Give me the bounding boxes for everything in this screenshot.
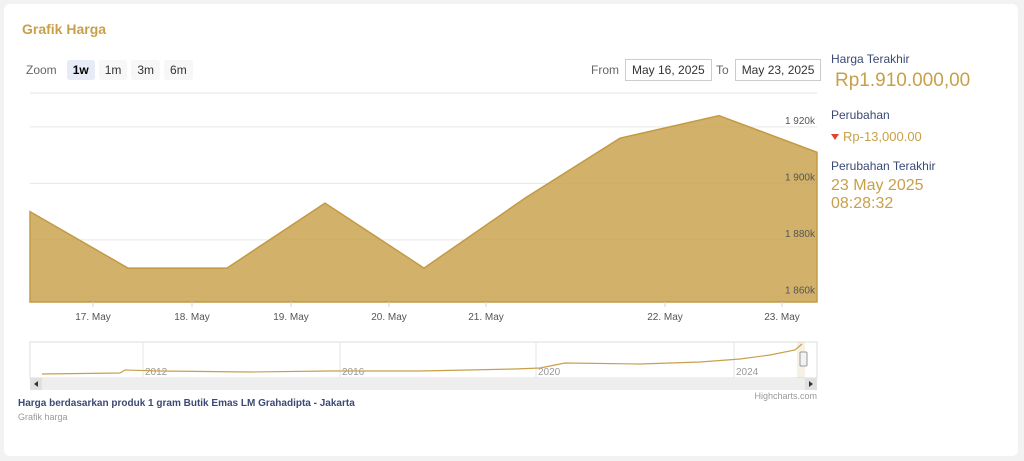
- last-change-label: Perubahan Terakhir: [831, 159, 936, 173]
- range-from-input[interactable]: May 16, 2025: [625, 59, 712, 81]
- change-label: Perubahan: [831, 108, 890, 122]
- zoom-3m-button[interactable]: 3m: [131, 60, 161, 80]
- range-to-label: To: [716, 63, 729, 77]
- range-from: From May 16, 2025: [591, 59, 712, 81]
- caption-sub: Grafik harga: [18, 412, 68, 422]
- range-to: To May 23, 2025: [716, 59, 822, 81]
- change-value: Rp-13,000.00: [843, 129, 922, 144]
- last-change-date: 23 May 2025: [831, 177, 924, 194]
- price-summary: Harga Terakhir Rp1.910.000,00 Perubahan …: [831, 52, 1011, 213]
- range-from-label: From: [591, 63, 619, 77]
- zoom-controls: Zoom 1w 1m 3m 6m: [26, 60, 193, 80]
- change-row: Rp-13,000.00: [831, 129, 1011, 144]
- chart-caption: Harga berdasarkan produk 1 gram Butik Em…: [18, 398, 355, 422]
- chart-card-title: Grafik Harga: [22, 21, 107, 37]
- zoom-1m-button[interactable]: 1m: [98, 60, 128, 80]
- zoom-1w-button[interactable]: 1w: [66, 60, 95, 80]
- zoom-label: Zoom: [26, 63, 57, 77]
- caption-main: Harga berdasarkan produk 1 gram Butik Em…: [18, 398, 355, 409]
- down-arrow-icon: [831, 133, 839, 140]
- zoom-6m-button[interactable]: 6m: [164, 60, 193, 80]
- last-price-value: Rp1.910.000,00: [835, 70, 971, 91]
- last-price-label: Harga Terakhir: [831, 52, 910, 66]
- range-to-input[interactable]: May 23, 2025: [734, 59, 822, 81]
- last-change-time: 08:28:32: [831, 195, 894, 212]
